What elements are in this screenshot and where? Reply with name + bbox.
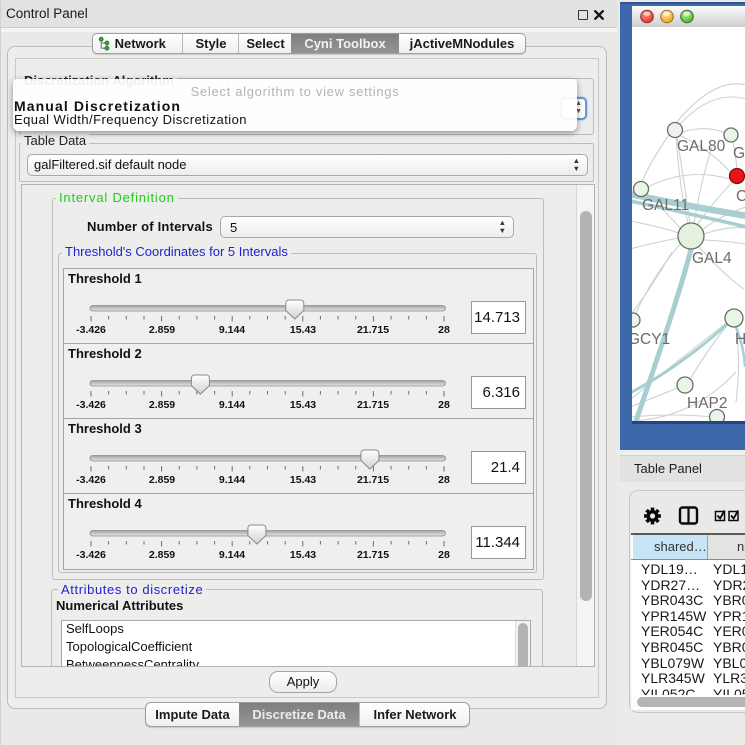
svg-text:C: C: [736, 188, 745, 205]
svg-text:GAL11: GAL11: [642, 197, 689, 214]
svg-text:HAP2: HAP2: [687, 395, 728, 412]
svg-text:GAL4: GAL4: [692, 250, 732, 267]
svg-text:H: H: [735, 331, 745, 348]
svg-text:GAL80: GAL80: [677, 138, 726, 155]
svg-text:GCY1: GCY1: [632, 331, 670, 348]
svg-text:GA: GA: [733, 145, 745, 162]
